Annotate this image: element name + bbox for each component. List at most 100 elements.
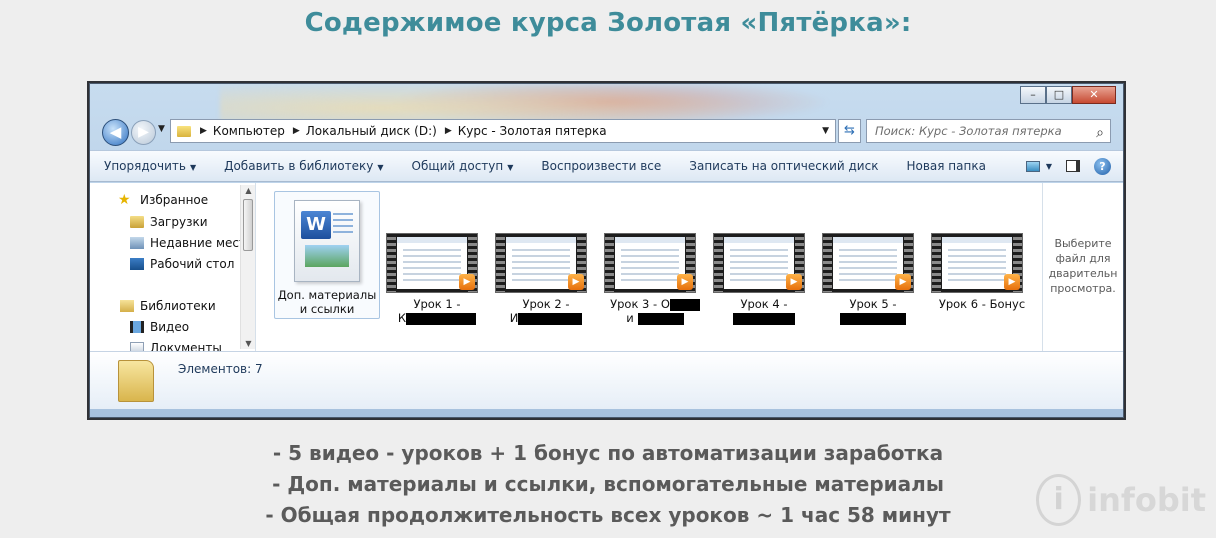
video-file-icon: ▶	[495, 233, 587, 293]
organize-label: Упорядочить	[104, 159, 186, 173]
file-item-lesson-3[interactable]: ▶ Урок 3 - О и	[602, 191, 708, 325]
file-item-materials[interactable]: W Доп. материалы и ссылки	[274, 191, 380, 319]
search-icon[interactable]: ⌕	[1096, 122, 1104, 144]
minimize-button[interactable]: –	[1020, 86, 1046, 104]
file-label-line2: К	[397, 311, 407, 325]
arrow-right-icon: ▶	[138, 124, 149, 140]
navigation-pane: ★ Избранное Загрузки Недавние места Рабо…	[90, 183, 256, 351]
redaction-block	[518, 312, 583, 325]
info-icon: i	[1036, 474, 1082, 526]
preview-pane-icon[interactable]	[1066, 160, 1080, 172]
scroll-up-icon[interactable]: ▲	[241, 186, 255, 195]
nav-label: Рабочий стол	[150, 257, 235, 271]
preview-text-line: просмотра.	[1050, 282, 1116, 295]
close-button[interactable]: ✕	[1072, 86, 1116, 104]
share-label: Общий доступ	[411, 159, 504, 173]
nav-item-documents[interactable]: Документы	[130, 341, 222, 351]
new-folder-button[interactable]: Новая папка	[892, 159, 999, 173]
chevron-right-icon[interactable]: ▶	[293, 126, 300, 136]
chevron-down-icon: ▼	[1045, 161, 1052, 171]
explorer-window: – □ ✕ ◀ ▶ ▼ ▶ Компьютер ▶ Локальный диск…	[89, 83, 1124, 418]
nav-item-libraries[interactable]: Библиотеки	[120, 299, 216, 313]
organize-menu[interactable]: Упорядочить ▼	[90, 159, 210, 173]
file-list: W Доп. материалы и ссылки ▶ Урок 1 - К ▶…	[260, 183, 1040, 351]
breadcrumb-folder[interactable]: Курс - Золотая пятерка	[458, 124, 607, 138]
chevron-down-icon: ▼	[189, 163, 197, 172]
file-label-line1: Урок 2 -	[522, 297, 570, 311]
file-label-line1: Урок 6 - Бонус	[938, 297, 1026, 311]
word-logo: W	[301, 211, 331, 239]
command-bar: Упорядочить ▼ Добавить в библиотеку ▼ Общи…	[90, 150, 1123, 182]
search-placeholder: Поиск: Курс - Золотая пятерка	[875, 124, 1062, 138]
add-to-library-menu[interactable]: Добавить в библиотеку ▼	[210, 159, 397, 173]
help-icon[interactable]: ?	[1094, 157, 1111, 175]
play-icon: ▶	[786, 274, 802, 290]
chevron-right-icon[interactable]: ▶	[445, 126, 452, 136]
address-bar[interactable]: ▶ Компьютер ▶ Локальный диск (D:) ▶ Курс…	[170, 119, 836, 143]
refresh-icon: ⇆	[844, 123, 855, 138]
redaction-block	[406, 312, 477, 325]
file-label: Урок 4 -	[711, 297, 817, 325]
file-label-line1: Урок 1 -	[413, 297, 461, 311]
content-area: ★ Избранное Загрузки Недавние места Рабо…	[90, 183, 1123, 351]
feature-line: - Общая продолжительность всех уроков ~ …	[265, 503, 951, 527]
nav-label: Библиотеки	[140, 299, 216, 313]
file-item-lesson-5[interactable]: ▶ Урок 5 -	[820, 191, 926, 325]
caption-buttons: – □ ✕	[1020, 86, 1116, 104]
video-file-icon: ▶	[931, 233, 1023, 293]
chevron-right-icon[interactable]: ▶	[200, 126, 207, 136]
add-to-library-label: Добавить в библиотеку	[224, 159, 374, 173]
file-label-line1: Доп. материалы	[277, 288, 377, 302]
nav-item-downloads[interactable]: Загрузки	[130, 215, 208, 229]
nav-label: Избранное	[140, 193, 209, 207]
preview-text-line: дварительн	[1048, 267, 1118, 280]
history-dropdown-icon[interactable]: ▼	[158, 124, 165, 134]
scroll-down-icon[interactable]: ▼	[241, 339, 255, 348]
scrollbar-thumb[interactable]	[243, 199, 253, 251]
preview-text-line: файл для	[1055, 252, 1111, 265]
play-all-button[interactable]: Воспроизвести все	[527, 159, 675, 173]
nav-scrollbar[interactable]: ▲ ▼	[240, 185, 255, 349]
play-icon: ▶	[895, 274, 911, 290]
file-label: Урок 3 - О и	[602, 297, 708, 325]
address-dropdown-icon[interactable]: ▼	[822, 126, 829, 136]
back-button[interactable]: ◀	[102, 119, 129, 146]
nav-item-recent[interactable]: Недавние места	[130, 236, 253, 250]
file-item-lesson-1[interactable]: ▶ Урок 1 - К	[384, 191, 490, 325]
share-menu[interactable]: Общий доступ ▼	[398, 159, 528, 173]
file-label: Доп. материалы и ссылки	[275, 288, 379, 316]
file-item-lesson-4[interactable]: ▶ Урок 4 -	[711, 191, 817, 325]
arrow-left-icon: ◀	[109, 123, 122, 141]
redaction-block	[669, 298, 700, 311]
file-item-lesson-2[interactable]: ▶ Урок 2 - И	[493, 191, 599, 325]
nav-label: Документы	[150, 341, 222, 351]
change-view-button[interactable]: ▼	[1025, 160, 1052, 172]
nav-item-favorites[interactable]: ★ Избранное	[118, 193, 208, 207]
search-input[interactable]: Поиск: Курс - Золотая пятерка ⌕	[866, 119, 1111, 143]
view-icon	[1025, 160, 1040, 172]
video-file-icon: ▶	[713, 233, 805, 293]
file-label-line1: Урок 5 -	[849, 297, 897, 311]
video-library-icon	[130, 321, 144, 333]
nav-item-video[interactable]: Видео	[130, 320, 189, 334]
documents-icon	[130, 342, 144, 351]
watermark-text: infobit	[1087, 481, 1206, 519]
breadcrumb-computer[interactable]: Компьютер	[213, 124, 285, 138]
breadcrumb-drive[interactable]: Локальный диск (D:)	[306, 124, 437, 138]
details-pane: Элементов: 7	[90, 351, 1123, 409]
nav-label: Недавние места	[150, 236, 254, 250]
nav-item-desktop[interactable]: Рабочий стол	[130, 257, 234, 271]
maximize-button[interactable]: □	[1046, 86, 1072, 104]
file-label-line2: И	[509, 311, 519, 325]
file-label-line2: и ссылки	[299, 302, 355, 316]
downloads-folder-icon	[130, 216, 144, 228]
watermark-logo: i infobit	[1036, 470, 1206, 530]
redaction-block	[637, 312, 684, 325]
refresh-button[interactable]: ⇆	[838, 119, 861, 143]
desktop-icon	[130, 258, 144, 270]
file-item-lesson-6[interactable]: ▶ Урок 6 - Бонус	[929, 191, 1035, 319]
redaction-block	[840, 312, 906, 325]
burn-button[interactable]: Записать на оптический диск	[675, 159, 892, 173]
feature-line: - Доп. материалы и ссылки, вспомогательн…	[272, 472, 944, 496]
forward-button[interactable]: ▶	[131, 120, 156, 145]
